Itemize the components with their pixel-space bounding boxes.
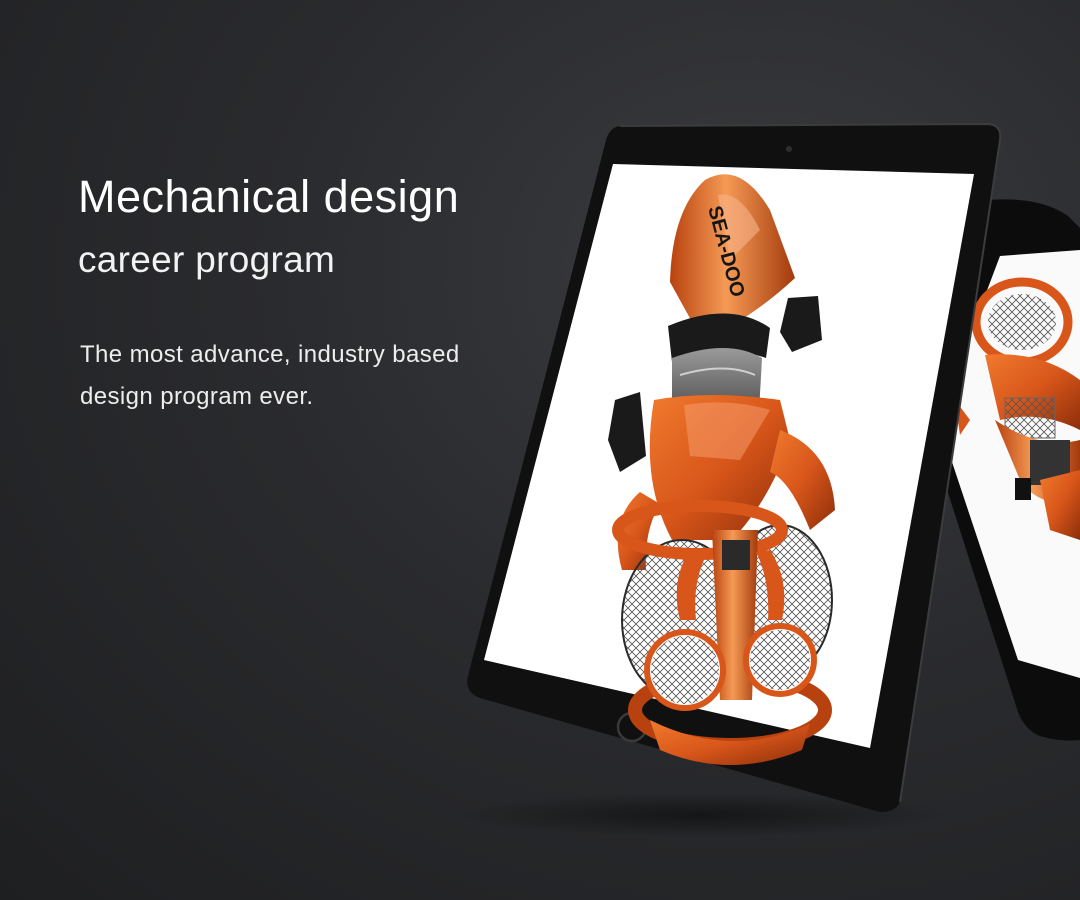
description-line-1: The most advance, industry based: [80, 341, 460, 369]
description-line-2: design program ever.: [80, 383, 314, 411]
device-mockup-illustration: SEA-DOO: [440, 100, 1080, 860]
front-camera: [786, 146, 792, 152]
tablet-device: SEA-DOO: [467, 122, 1002, 812]
